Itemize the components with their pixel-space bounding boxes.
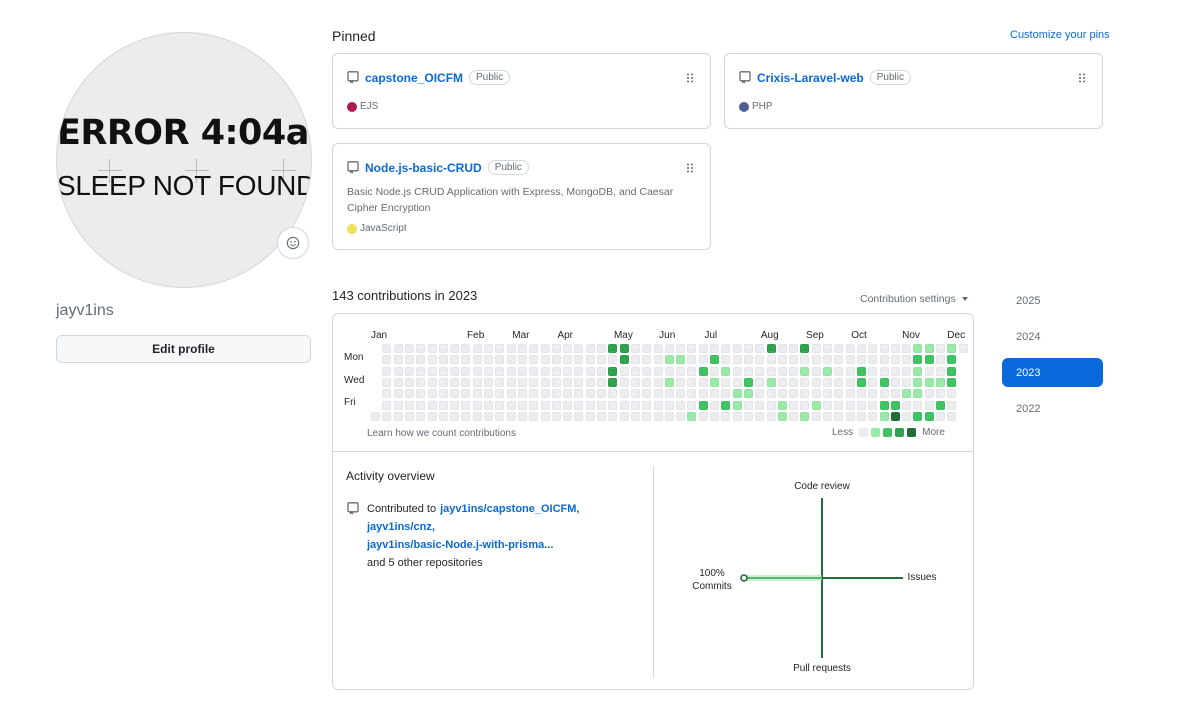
contributions-heading: 143 contributions in 2023 (332, 288, 478, 303)
repo-description: Basic Node.js CRUD Application with Expr… (347, 186, 674, 214)
year-button-2024[interactable]: 2024 (1002, 322, 1103, 351)
pinned-heading: Pinned (332, 28, 376, 44)
language-name: PHP (752, 101, 773, 112)
repo-language: PHP (739, 101, 773, 112)
commits-bar (745, 575, 822, 581)
avatar[interactable]: ERROR 4:04am SLEEP NOT FOUND (56, 32, 312, 288)
contributions-panel: Jan Feb Mar Apr May Jun Jul Aug Sep Oct Nov Dec Mon… (332, 313, 974, 690)
repo-icon (347, 71, 359, 84)
edit-profile-button[interactable]: Edit profile (56, 335, 311, 363)
username: jayv1ins (56, 302, 114, 319)
repo-language: EJS (347, 101, 378, 112)
language-color-dot (739, 101, 749, 112)
customize-pins-link[interactable]: Customize your pins (1010, 29, 1110, 41)
axis-label-commits: Commits (692, 581, 732, 592)
year-button-2025[interactable]: 2025 (1002, 286, 1103, 315)
visibility-badge: Public (469, 70, 511, 85)
axis-label-code-review: Code review (794, 481, 850, 492)
avatar-text-subline: SLEEP NOT FOUND (57, 170, 312, 201)
pinned-repo-card: Node.js-basic-CRUD Public Basic Node.js … (332, 143, 711, 250)
language-name: EJS (360, 101, 379, 112)
year-button-2022[interactable]: 2022 (1002, 394, 1103, 423)
avatar-text-headline: ERROR 4:04am (57, 113, 311, 153)
drag-handle-icon[interactable] (686, 73, 694, 83)
pinned-repo-card: capstone_OICFM Public EJS (332, 53, 711, 129)
year-button-2023[interactable]: 2023 (1002, 358, 1103, 387)
set-status-button[interactable] (277, 227, 309, 259)
language-color-dot (347, 101, 357, 112)
repo-language: JavaScript (347, 223, 407, 234)
visibility-badge: Public (487, 160, 529, 175)
repo-link[interactable]: Crixis-Laravel-web (757, 71, 864, 85)
drag-handle-icon[interactable] (686, 163, 694, 173)
repo-icon (347, 161, 359, 174)
drag-handle-icon[interactable] (1078, 73, 1086, 83)
language-color-dot (347, 223, 357, 234)
repo-link[interactable]: capstone_OICFM (365, 71, 463, 85)
axis-label-issues: Issues (907, 572, 937, 583)
pinned-repo-card: Crixis-Laravel-web Public PHP (724, 53, 1103, 129)
contribution-settings-label: Contribution settings (860, 293, 956, 305)
axis-label-pull-requests: Pull requests (793, 663, 851, 674)
repo-link[interactable]: Node.js-basic-CRUD (365, 161, 482, 175)
language-name: JavaScript (360, 223, 407, 234)
repo-icon (739, 71, 751, 84)
activity-axis-chart (740, 498, 903, 658)
commits-point (740, 574, 748, 582)
contribution-settings-dropdown[interactable]: Contribution settings (860, 293, 968, 305)
caret-down-icon (961, 297, 968, 301)
smiley-icon (286, 236, 300, 250)
visibility-badge: Public (869, 70, 911, 85)
commits-percent: 100% (699, 568, 725, 579)
